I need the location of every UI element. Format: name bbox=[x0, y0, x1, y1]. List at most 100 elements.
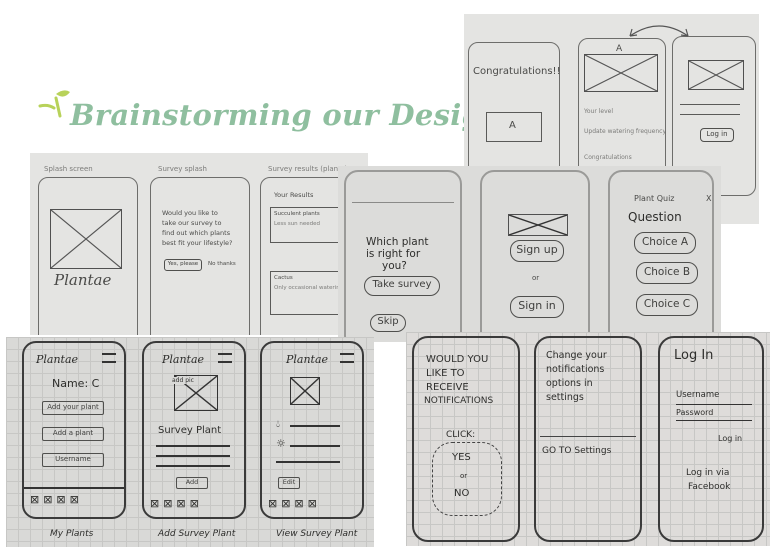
question-text: is right for bbox=[366, 248, 421, 260]
sketch-label: Survey splash bbox=[158, 165, 207, 173]
or-text: or bbox=[460, 472, 468, 480]
sketch-photo-left: Splash screen Survey splash Survey resul… bbox=[30, 153, 368, 335]
quiz-question: Question bbox=[628, 210, 682, 224]
sketch-line bbox=[24, 487, 124, 489]
tab-bar-icons: ⊠⊠⊠⊠ bbox=[30, 493, 83, 506]
sketch-phone bbox=[150, 177, 250, 335]
sketch-line bbox=[156, 465, 230, 467]
menu-icon bbox=[340, 353, 354, 363]
username-label: Username bbox=[676, 390, 720, 400]
menu-icon bbox=[218, 353, 232, 363]
sketch-line bbox=[676, 404, 752, 405]
password-label: Password bbox=[676, 408, 714, 417]
sketch-phone bbox=[658, 336, 764, 542]
result-text: Only occasional watering bbox=[274, 285, 344, 291]
question-text: Which plant bbox=[366, 236, 429, 248]
notification-question: WOULD YOU bbox=[426, 354, 489, 365]
sketch-phone bbox=[260, 341, 364, 519]
menu-icon bbox=[102, 353, 116, 363]
arrow-icon bbox=[629, 25, 689, 37]
result-text: Succulent plants bbox=[274, 211, 320, 217]
notification-question: LIKE TO bbox=[426, 368, 465, 379]
image-placeholder bbox=[508, 214, 568, 236]
no-option: NO bbox=[454, 488, 470, 499]
add-a-plant-button-sketch: Add a plant bbox=[42, 427, 104, 441]
sketch-photo-middle: Which plant is right for you? Take surve… bbox=[338, 166, 721, 342]
page-title: Brainstorming our Design bbox=[70, 98, 504, 132]
notification-question: NOTIFICATIONS bbox=[424, 396, 494, 406]
sketch-line bbox=[156, 445, 230, 447]
result-text: Less sun needed bbox=[274, 221, 321, 227]
tab-bar-icons: ⊠⊠⊠⊠ bbox=[150, 497, 203, 510]
yes-option: YES bbox=[452, 452, 471, 463]
sketch-line bbox=[680, 104, 740, 105]
or-text: or bbox=[532, 274, 540, 282]
result-text: Cactus bbox=[274, 275, 293, 281]
login-via-text: Log in via bbox=[686, 468, 730, 478]
sketch-photo-bottom-left: Plantae Name: C Add your plant Add a pla… bbox=[6, 337, 374, 547]
sketch-line bbox=[680, 114, 740, 115]
take-survey-button-sketch: Take survey bbox=[364, 276, 440, 296]
sketch-line bbox=[676, 420, 752, 421]
logo-text: Plantae bbox=[54, 271, 112, 289]
login-title: Log In bbox=[674, 348, 714, 363]
change-text: options in bbox=[546, 378, 593, 389]
change-text: Change your bbox=[546, 350, 607, 361]
add-pic-text: add pic bbox=[172, 377, 194, 384]
facebook-text: Facebook bbox=[688, 482, 731, 492]
caption: My Plants bbox=[50, 529, 94, 539]
sketch-line bbox=[540, 436, 636, 437]
caption: Add Survey Plant bbox=[158, 529, 236, 539]
yes-button-sketch: Yes, please bbox=[164, 259, 202, 271]
sign-up-button-sketch: Sign up bbox=[510, 240, 564, 262]
sketch-text: A bbox=[616, 44, 623, 54]
notification-question: RECEIVE bbox=[426, 382, 469, 393]
survey-text: best fit your lifestyle? bbox=[162, 239, 233, 247]
quiz-header: Plant Quiz bbox=[634, 194, 675, 203]
add-your-plant-button-sketch: Add your plant bbox=[42, 401, 104, 415]
water-drop-icon: 💧︎ bbox=[276, 419, 280, 430]
sketch-line bbox=[352, 202, 454, 203]
sketch-label: Splash screen bbox=[44, 165, 93, 173]
edit-button-sketch: Edit bbox=[278, 477, 300, 489]
sketch-line bbox=[156, 455, 230, 457]
survey-plant-title: Survey Plant bbox=[158, 425, 222, 436]
survey-text: Would you like to bbox=[162, 209, 218, 217]
survey-text: take our survey to bbox=[162, 219, 222, 227]
sketch-line bbox=[290, 425, 340, 427]
image-placeholder bbox=[584, 54, 658, 92]
tab-bar-icons: ⊠⊠⊠⊠ bbox=[268, 497, 321, 510]
sign-in-button-sketch: Sign in bbox=[510, 296, 564, 318]
change-text: settings bbox=[546, 392, 584, 403]
image-placeholder bbox=[50, 209, 122, 269]
sketch-line bbox=[290, 445, 340, 447]
logo-text: Plantae bbox=[286, 353, 329, 366]
skip-button-sketch: Skip bbox=[370, 314, 406, 332]
caption: View Survey Plant bbox=[276, 529, 358, 539]
question-text: you? bbox=[382, 260, 407, 272]
sketch-text: A bbox=[509, 120, 516, 131]
survey-text: find out which plants bbox=[162, 229, 231, 237]
add-button-sketch: Add bbox=[176, 477, 208, 489]
login-button-sketch: Log in bbox=[700, 128, 734, 142]
name-label: Name: C bbox=[52, 377, 100, 390]
choice-a-button-sketch: Choice A bbox=[634, 232, 696, 254]
change-text: notifications bbox=[546, 364, 605, 375]
go-to-settings-text: GO TO Settings bbox=[542, 446, 612, 456]
choice-b-button-sketch: Choice B bbox=[636, 262, 698, 284]
username-button-sketch: Username bbox=[42, 453, 104, 467]
sketch-label: Survey results (plants) bbox=[268, 165, 348, 173]
logo-text: Plantae bbox=[162, 353, 205, 366]
sketch-photo-bottom-right: WOULD YOU LIKE TO RECEIVE NOTIFICATIONS … bbox=[406, 332, 770, 546]
no-link-sketch: No thanks bbox=[208, 261, 236, 267]
sketch-text: Congratulations!! bbox=[473, 66, 561, 77]
close-icon: X bbox=[706, 194, 712, 203]
sun-icon: ☼ bbox=[276, 437, 286, 450]
image-placeholder bbox=[290, 377, 320, 405]
logo-text: Plantae bbox=[36, 353, 79, 366]
image-placeholder bbox=[688, 60, 744, 90]
results-title: Your Results bbox=[274, 191, 314, 199]
choice-c-button-sketch: Choice C bbox=[636, 294, 698, 316]
sketch-line bbox=[276, 461, 340, 463]
login-button-sketch: Log in bbox=[718, 434, 743, 443]
